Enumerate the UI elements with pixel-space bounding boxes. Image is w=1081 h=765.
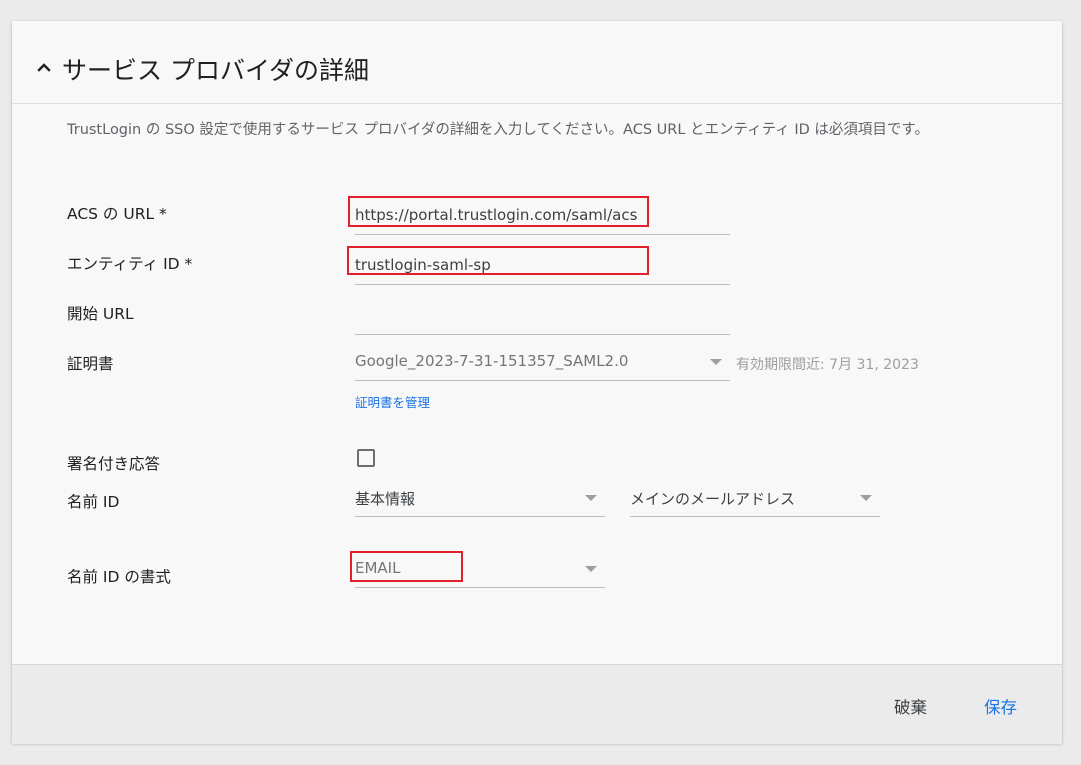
card-header: サービス プロバイダの詳細: [12, 21, 1062, 104]
name-id-label: 名前 ID: [67, 493, 120, 511]
chevron-down-icon: [585, 566, 597, 572]
name-id-format-value: EMAIL: [355, 559, 401, 577]
entity-id-label: エンティティ ID *: [67, 255, 193, 273]
start-url-input[interactable]: [355, 296, 730, 335]
acs-url-input[interactable]: https://portal.trustlogin.com/saml/acs: [355, 196, 730, 235]
entity-id-value: trustlogin-saml-sp: [355, 256, 491, 274]
acs-url-label: ACS の URL *: [67, 205, 167, 223]
signed-response-label: 署名付き応答: [67, 455, 161, 473]
chevron-down-icon: [585, 495, 597, 501]
name-id-attribute-select[interactable]: メインのメールアドレス: [630, 478, 880, 517]
name-id-format-select[interactable]: EMAIL: [355, 549, 605, 588]
certificate-value: Google_2023-7-31-151357_SAML2.0: [355, 352, 629, 370]
description-text: TrustLogin の SSO 設定で使用するサービス プロバイダの詳細を入力…: [67, 122, 929, 138]
signed-response-checkbox[interactable]: [357, 449, 375, 467]
card-footer: 破棄 保存: [12, 664, 1062, 744]
name-id-category-value: 基本情報: [355, 490, 416, 508]
discard-button[interactable]: 破棄: [894, 694, 927, 718]
chevron-down-icon: [710, 359, 722, 365]
chevron-up-icon[interactable]: [36, 59, 52, 75]
certificate-label: 証明書: [67, 355, 114, 373]
save-button[interactable]: 保存: [984, 694, 1017, 718]
service-provider-card: サービス プロバイダの詳細 TrustLogin の SSO 設定で使用するサー…: [12, 21, 1062, 744]
manage-certificates-link[interactable]: 証明書を管理: [355, 392, 430, 411]
name-id-attribute-value: メインのメールアドレス: [630, 490, 796, 508]
acs-url-value: https://portal.trustlogin.com/saml/acs: [355, 206, 638, 224]
chevron-down-icon: [860, 495, 872, 501]
start-url-label: 開始 URL: [67, 305, 134, 323]
certificate-expiry: 有効期限間近: 7月 31, 2023: [736, 357, 919, 373]
page-title: サービス プロバイダの詳細: [62, 56, 369, 85]
certificate-select[interactable]: Google_2023-7-31-151357_SAML2.0: [355, 342, 730, 381]
entity-id-input[interactable]: trustlogin-saml-sp: [355, 246, 730, 285]
name-id-format-label: 名前 ID の書式: [67, 568, 171, 586]
name-id-category-select[interactable]: 基本情報: [355, 478, 605, 517]
